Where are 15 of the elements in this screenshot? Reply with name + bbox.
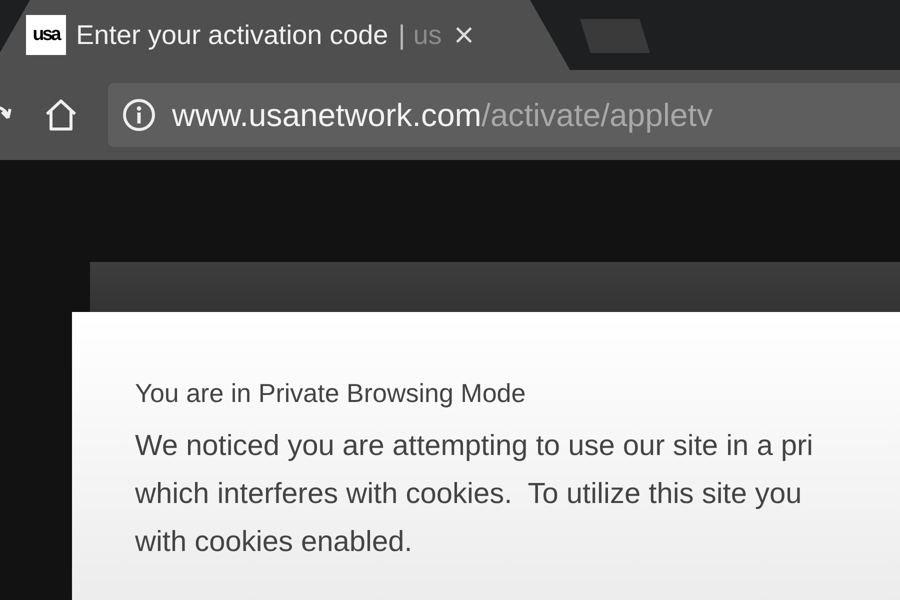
- url-host: www.usanetwork.com: [172, 96, 482, 132]
- info-icon[interactable]: [122, 98, 156, 132]
- close-icon[interactable]: [454, 25, 474, 45]
- browser-tab[interactable]: usa Enter your activation code | us: [0, 0, 570, 70]
- url-path: /activate/appletv: [481, 96, 713, 132]
- home-icon[interactable]: [44, 98, 78, 132]
- tab-title: Enter your activation code: [76, 20, 388, 50]
- site-logo: usa: [26, 15, 66, 55]
- message-line: We noticed you are attempting to use our site in a pri: [135, 429, 814, 464]
- tab-title-suffix: us: [413, 20, 442, 50]
- address-bar[interactable]: www.usanetwork.com/activate/appletv: [108, 83, 900, 147]
- message-line: with cookies enabled.: [135, 525, 412, 560]
- tab-separator: |: [398, 20, 406, 50]
- message-line: which interferes with cookies. To utilize this site you: [135, 477, 802, 512]
- dialog-heading: You are in Private Browsing Mode: [135, 378, 527, 408]
